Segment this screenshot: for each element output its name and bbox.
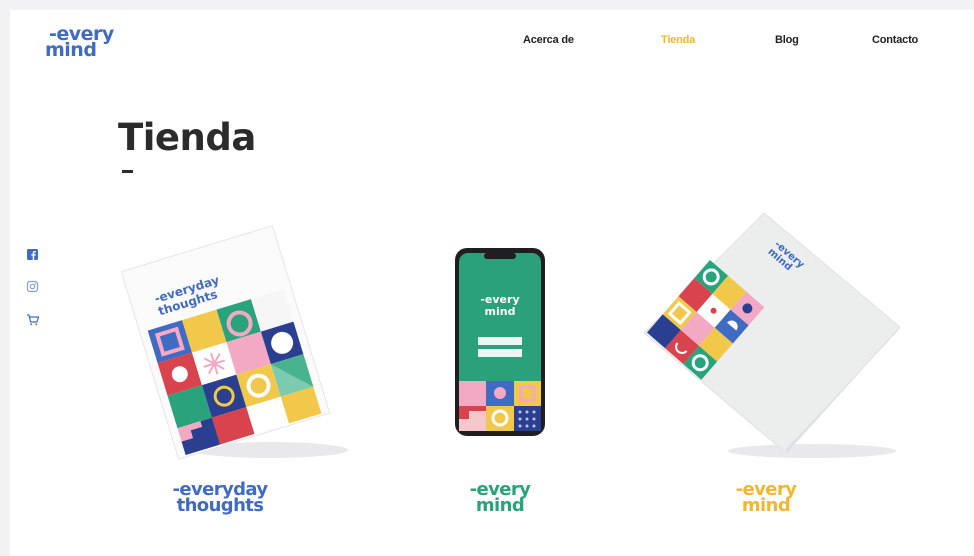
main-nav: Acerca de Tienda Blog Contacto: [10, 34, 974, 50]
page: -every mind Acerca de Tienda Blog Contac…: [10, 10, 974, 556]
facebook-icon[interactable]: [26, 248, 40, 262]
brand-everymind-green[interactable]: -every mind: [460, 481, 540, 516]
app-screen-logo-2: mind: [485, 305, 516, 318]
instagram-icon[interactable]: [26, 280, 40, 294]
nav-tienda[interactable]: Tienda: [661, 34, 695, 46]
brand-everymind-yellow[interactable]: -every mind: [726, 481, 806, 516]
product-everymind-app[interactable]: -every mind: [442, 245, 552, 445]
brand-everyday-thoughts[interactable]: -everyday thoughts: [160, 481, 280, 516]
title-underline-dash: [122, 170, 133, 173]
product-everyday-thoughts-notebook[interactable]: -everyday thoughts: [110, 215, 350, 465]
cart-icon[interactable]: [26, 313, 40, 327]
brand-line-2: mind: [741, 495, 791, 516]
product-everymind-box[interactable]: -every mind: [622, 205, 922, 465]
page-title: Tienda: [118, 116, 256, 159]
brand-line-2: mind: [475, 495, 525, 516]
nav-blog[interactable]: Blog: [775, 34, 799, 46]
brand-line-2: thoughts: [176, 495, 264, 516]
nav-contacto[interactable]: Contacto: [872, 34, 918, 46]
nav-acerca-de[interactable]: Acerca de: [523, 34, 574, 46]
